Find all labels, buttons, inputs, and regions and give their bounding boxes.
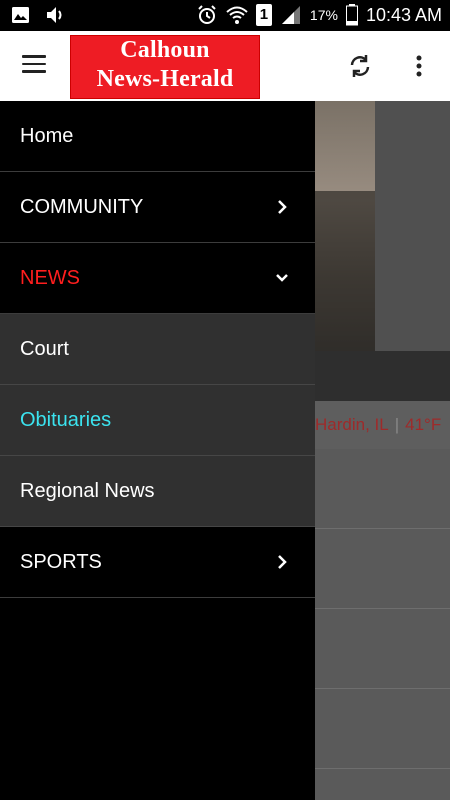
weather-bar: Hardin, IL | 41°F <box>315 401 450 449</box>
battery-icon <box>345 4 358 26</box>
background-content: Hardin, IL | 41°F <box>315 101 450 800</box>
drawer-item-label: NEWS <box>20 267 80 289</box>
signal-icon <box>281 6 300 24</box>
drawer-item-label: Obituaries <box>20 409 112 431</box>
drawer-item-label: Court <box>20 338 69 360</box>
drawer-item-community[interactable]: COMMUNITY <box>0 172 315 243</box>
drawer-subitem-regional-news[interactable]: Regional News <box>0 456 315 527</box>
weather-location: Hardin, IL <box>315 415 389 434</box>
clock: 10:43 AM <box>365 4 442 25</box>
image-icon <box>12 7 29 23</box>
drawer-item-label: SPORTS <box>20 551 102 573</box>
hamburger-icon[interactable] <box>22 55 46 75</box>
drawer-item-news[interactable]: NEWS <box>0 243 315 314</box>
drawer-subitem-obituaries[interactable]: Obituaries <box>0 385 315 456</box>
chevron-right-icon[interactable] <box>275 553 289 571</box>
chevron-down-icon[interactable] <box>273 269 291 287</box>
featured-photo <box>315 101 450 401</box>
wifi-icon <box>226 6 248 24</box>
more-vert-icon[interactable] <box>412 53 426 79</box>
navigation-drawer: Home COMMUNITY NEWS Court Obituaries Reg… <box>0 101 315 800</box>
status-bar: 1 17% 10:43 AM <box>0 0 450 31</box>
list-item <box>315 449 450 529</box>
list-item <box>315 609 450 689</box>
logo-line-2: News-Herald <box>96 66 234 92</box>
volume-icon <box>47 7 62 23</box>
logo-line-1: Calhoun <box>120 37 210 63</box>
refresh-icon[interactable] <box>347 53 373 79</box>
app-toolbar: Calhoun News-Herald <box>0 31 450 101</box>
list-item <box>315 529 450 609</box>
alarm-icon <box>198 5 216 24</box>
drawer-item-label: Home <box>20 125 74 147</box>
app-logo[interactable]: Calhoun News-Herald <box>70 35 260 99</box>
article-list <box>315 449 450 769</box>
sim-icon: 1 <box>255 4 272 26</box>
weather-temp: 41°F <box>405 415 442 434</box>
chevron-right-icon[interactable] <box>275 198 289 216</box>
drawer-item-home[interactable]: Home <box>0 101 315 172</box>
drawer-subitem-court[interactable]: Court <box>0 314 315 385</box>
drawer-item-label: COMMUNITY <box>20 196 144 218</box>
drawer-item-sports[interactable]: SPORTS <box>0 527 315 598</box>
list-item <box>315 689 450 769</box>
drawer-item-label: Regional News <box>20 480 155 502</box>
battery-percent: 17% <box>309 7 338 23</box>
